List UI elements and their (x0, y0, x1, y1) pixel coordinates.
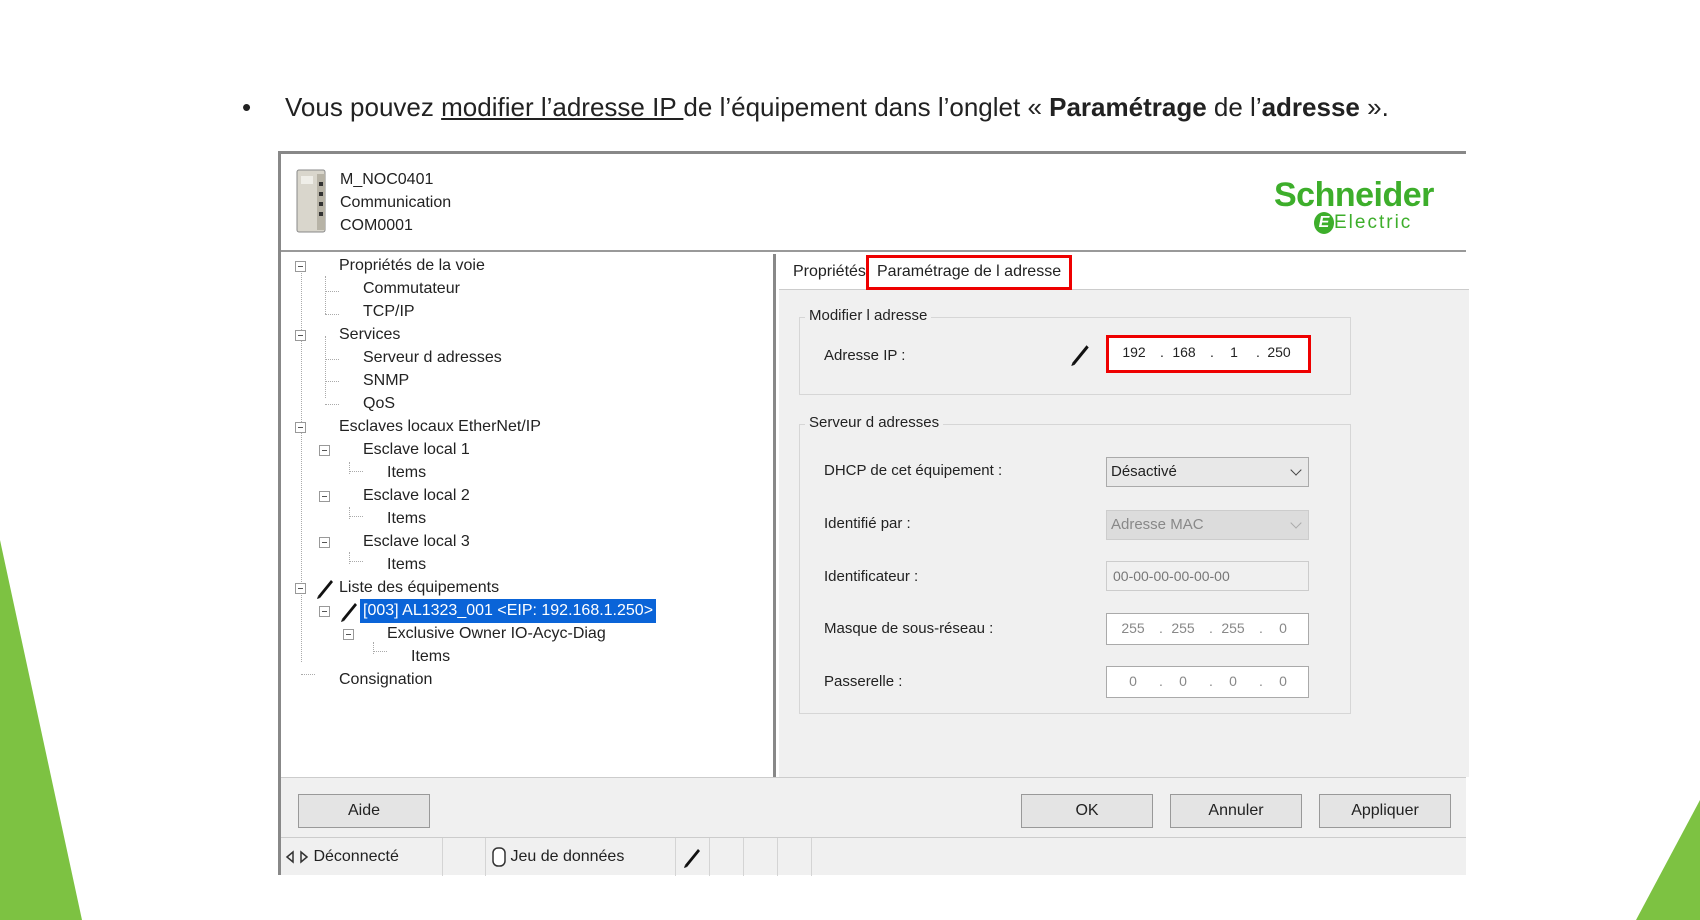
tab-address-settings[interactable]: Paramétrage de l adresse (866, 255, 1073, 290)
subnet-mask-input[interactable]: 255 . 255 . 255 . 0 (1106, 613, 1309, 645)
collapse-icon[interactable] (319, 491, 330, 502)
module-info: M_NOC0401 Communication COM0001 (340, 168, 451, 237)
green-corner-decoration-right (1636, 800, 1700, 920)
tree-line (373, 642, 374, 654)
gateway-label: Passerelle : (824, 673, 903, 690)
cancel-button[interactable]: Annuler (1170, 794, 1302, 828)
instruction-text: Vous pouvez modifier l’adresse IP de l’é… (285, 92, 1389, 122)
tree-item-items[interactable]: Items (411, 645, 450, 669)
tree-line (325, 381, 339, 382)
identified-by-select[interactable]: Adresse MAC (1106, 510, 1309, 540)
pencil-icon (317, 580, 333, 599)
tree-line (349, 507, 350, 519)
chevron-down-icon (1290, 464, 1302, 476)
edit-mode-cell (676, 838, 710, 876)
tree-line (349, 471, 363, 472)
gateway-input[interactable]: 0 . 0 . 0 . 0 (1106, 666, 1309, 698)
help-button[interactable]: Aide (298, 794, 430, 828)
tree-line (349, 552, 350, 564)
ok-button[interactable]: OK (1021, 794, 1153, 828)
tree-line (325, 336, 326, 398)
ip-address-input[interactable]: 192 . 168 . 1 . 250 (1106, 335, 1311, 373)
tree-line (349, 516, 363, 517)
collapse-icon[interactable] (295, 330, 306, 341)
slide: • Vous pouvez modifier l’adresse IP de l… (0, 0, 1700, 920)
tree-item-items[interactable]: Items (387, 507, 426, 531)
spacer-cell (443, 838, 486, 876)
selected-device-label: [003] AL1323_001 <EIP: 192.168.1.250> (360, 599, 657, 623)
apply-button[interactable]: Appliquer (1319, 794, 1451, 828)
tree-line (301, 674, 315, 675)
chevron-down-icon (1290, 517, 1302, 529)
ip-octet-2[interactable]: 168 (1164, 344, 1204, 360)
tab-properties[interactable]: Propriétés (785, 258, 874, 288)
dialog-header: M_NOC0401 Communication COM0001 Schneide… (281, 154, 1466, 252)
collapse-icon[interactable] (295, 422, 306, 433)
pencil-icon (684, 848, 700, 868)
tree-line (325, 359, 339, 360)
disconnected-icon (285, 850, 309, 864)
modify-address-title: Modifier l adresse (805, 307, 932, 324)
collapse-icon[interactable] (343, 629, 354, 640)
tree-item-tcpip[interactable]: TCP/IP (363, 300, 415, 324)
collapse-icon[interactable] (319, 606, 330, 617)
instruction-link-text: modifier l’adresse IP (441, 92, 684, 122)
tree-line (325, 404, 339, 405)
dhcp-select[interactable]: Désactivé (1106, 457, 1309, 487)
tree-item-switch[interactable]: Commutateur (363, 277, 460, 301)
pencil-icon (341, 603, 357, 622)
tree-line (373, 651, 387, 652)
collapse-icon[interactable] (319, 537, 330, 548)
green-corner-decoration-left (0, 540, 90, 920)
address-server-title: Serveur d adresses (805, 414, 944, 431)
identifier-label: Identificateur : (824, 568, 919, 585)
ip-octet-1[interactable]: 192 (1114, 344, 1154, 360)
tree-item-items[interactable]: Items (387, 461, 426, 485)
identified-by-label: Identifié par : (824, 515, 911, 532)
module-name: M_NOC0401 (340, 171, 434, 188)
tree-line (325, 291, 339, 292)
spacer-cell (778, 838, 812, 876)
spacer-cell (710, 838, 744, 876)
tab-bar: Propriétés Paramétrage de l adresse (779, 254, 1469, 290)
dhcp-label: DHCP de cet équipement : (824, 462, 1003, 479)
module-image-icon (296, 169, 326, 233)
collapse-icon[interactable] (319, 445, 330, 456)
schneider-electric-logo: Schneider E Electric (1274, 176, 1434, 234)
config-tree: Propriétés de la voie Commutateur TCP/IP… (281, 254, 776, 777)
tree-line (349, 462, 350, 474)
ip-octet-4[interactable]: 250 (1259, 344, 1299, 360)
connection-status: Déconnecté (281, 838, 443, 876)
identifier-field[interactable]: 00-00-00-00-00-00 (1106, 561, 1309, 591)
tree-line (325, 314, 339, 315)
tree-item-address-server[interactable]: Serveur d adresses (363, 346, 502, 370)
subnet-mask-label: Masque de sous-réseau : (824, 620, 994, 637)
tree-line (349, 561, 363, 562)
properties-panel: Propriétés Paramétrage de l adresse Modi… (779, 254, 1469, 777)
module-type: Communication (340, 194, 452, 211)
module-channel: COM0001 (340, 217, 413, 234)
tree-item-qos[interactable]: QoS (363, 392, 395, 416)
pencil-icon (1071, 345, 1089, 366)
tree-item-items[interactable]: Items (387, 553, 426, 577)
ip-octet-3[interactable]: 1 (1214, 344, 1254, 360)
spacer-cell (744, 838, 778, 876)
tree-item-snmp[interactable]: SNMP (363, 369, 409, 393)
bullet-point: • (242, 92, 252, 122)
tree-line (301, 266, 302, 662)
collapse-icon[interactable] (295, 261, 306, 272)
tree-item-logging[interactable]: Consignation (339, 668, 432, 692)
status-bar: Déconnecté Jeu de données (281, 837, 1466, 876)
tree-line (325, 276, 326, 314)
logo-mark-icon: E (1314, 212, 1334, 234)
button-bar: Aide OK Annuler Appliquer (281, 777, 1466, 837)
collapse-icon[interactable] (295, 583, 306, 594)
module-config-dialog: M_NOC0401 Communication COM0001 Schneide… (278, 151, 1469, 876)
ip-address-label: Adresse IP : (824, 347, 906, 364)
database-icon (492, 847, 506, 867)
dataset-status: Jeu de données (486, 838, 676, 876)
